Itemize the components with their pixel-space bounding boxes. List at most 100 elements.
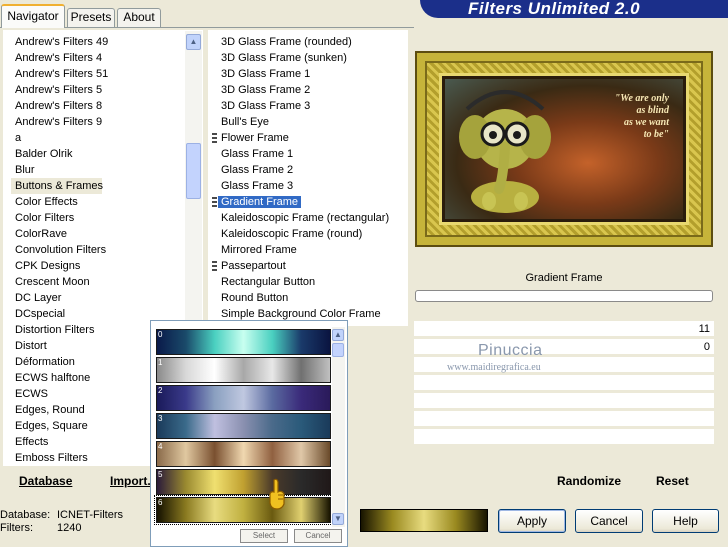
filter-item-label: Mirrored Frame — [221, 244, 297, 256]
filter-item-label: Glass Frame 1 — [221, 148, 294, 160]
param-row[interactable]: 11 — [414, 321, 714, 337]
filter-item-label: 3D Glass Frame 3 — [221, 100, 311, 112]
category-item[interactable]: Andrew's Filters 49 — [4, 34, 108, 50]
gradient-option[interactable]: 5 — [156, 469, 331, 495]
category-item[interactable]: Andrew's Filters 51 — [4, 66, 108, 82]
filter-item-label: Glass Frame 3 — [221, 180, 294, 192]
apply-button[interactable]: Apply — [498, 509, 566, 533]
param-row[interactable] — [414, 375, 714, 391]
filter-item[interactable]: 3D Glass Frame 2 — [209, 82, 310, 98]
category-item[interactable]: Andrew's Filters 8 — [4, 98, 102, 114]
gradient-option[interactable]: 6 — [154, 495, 333, 525]
randomize-link[interactable]: Randomize — [557, 474, 621, 488]
category-item[interactable]: Buttons & Frames — [11, 178, 103, 194]
filter-item-label: 3D Glass Frame (rounded) — [221, 36, 352, 48]
filter-item-label: Gradient Frame — [218, 196, 302, 208]
category-item[interactable]: Convolution Filters — [4, 242, 106, 258]
cancel-button[interactable]: Cancel — [575, 509, 643, 533]
category-item[interactable]: CPK Designs — [4, 258, 80, 274]
filter-item[interactable]: Round Button — [209, 290, 288, 306]
category-item[interactable]: Andrew's Filters 4 — [4, 50, 102, 66]
gradient-option[interactable]: 3 — [156, 413, 331, 439]
gradient-select-button[interactable]: Select — [240, 529, 288, 543]
status-filters: Filters: 1240 — [0, 522, 81, 534]
category-item[interactable]: Emboss Filters — [4, 450, 88, 466]
filter-item-label: Glass Frame 2 — [221, 164, 294, 176]
gradient-index: 2 — [158, 386, 163, 395]
category-item[interactable]: DC Layer — [4, 290, 61, 306]
category-item[interactable]: Blur — [4, 162, 35, 178]
category-item[interactable]: DCspecial — [4, 306, 65, 322]
filter-item-label: 3D Glass Frame 2 — [221, 84, 311, 96]
category-item[interactable]: Balder Olrik — [4, 146, 72, 162]
category-item[interactable]: Distort — [4, 338, 47, 354]
filter-item[interactable]: Kaleidoscopic Frame (round) — [209, 226, 362, 242]
category-item[interactable]: Andrew's Filters 5 — [4, 82, 102, 98]
param-row[interactable] — [414, 411, 714, 427]
gradient-option[interactable]: 4 — [156, 441, 331, 467]
filter-item[interactable]: Glass Frame 3 — [209, 178, 293, 194]
filter-item-label: Kaleidoscopic Frame (round) — [221, 228, 363, 240]
category-item[interactable]: Color Effects — [4, 194, 78, 210]
filter-item[interactable]: Bull's Eye — [209, 114, 269, 130]
category-item[interactable]: a — [4, 130, 21, 146]
category-item[interactable]: Color Filters — [4, 210, 74, 226]
gradient-picker-popup: 0 1 2 3 4 5 6 ▲ ▼ Select Cancel — [150, 320, 348, 547]
filter-item[interactable]: Kaleidoscopic Frame (rectangular) — [209, 210, 389, 226]
gradient-cancel-button[interactable]: Cancel — [294, 529, 342, 543]
category-item[interactable]: ECWS — [4, 386, 48, 402]
filter-list[interactable]: 3D Glass Frame (rounded) 3D Glass Frame (… — [208, 30, 408, 326]
gradient-option[interactable]: 0 — [156, 329, 331, 355]
watermark-url: www.maidiregrafica.eu — [447, 362, 541, 373]
reset-link[interactable]: Reset — [656, 474, 689, 488]
database-link[interactable]: Database — [19, 474, 72, 488]
category-item[interactable]: ECWS halftone — [4, 370, 90, 386]
category-item[interactable]: Edges, Round — [4, 402, 85, 418]
help-button[interactable]: Help — [652, 509, 719, 533]
gradient-index: 0 — [158, 330, 163, 339]
filter-item[interactable]: 3D Glass Frame 3 — [209, 98, 310, 114]
filter-item[interactable]: Passepartout — [209, 258, 286, 274]
filter-group-icon — [212, 261, 217, 271]
filter-item-label: Kaleidoscopic Frame (rectangular) — [221, 212, 390, 224]
category-item[interactable]: Déformation — [4, 354, 75, 370]
filter-item[interactable]: Glass Frame 1 — [209, 146, 293, 162]
gradient-list[interactable]: 0 1 2 3 4 5 6 — [154, 327, 333, 527]
filter-item[interactable]: Rectangular Button — [209, 274, 315, 290]
param-row[interactable] — [414, 429, 714, 445]
param-row[interactable]: 0 — [414, 339, 714, 355]
tab-presets[interactable]: Presets — [67, 8, 115, 27]
filter-group-icon — [212, 133, 217, 143]
category-item[interactable]: Crescent Moon — [4, 274, 90, 290]
tab-navigator[interactable]: Navigator — [1, 4, 65, 28]
filters-value: 1240 — [57, 522, 82, 534]
gradient-index: 6 — [158, 498, 163, 507]
scroll-up-icon[interactable]: ▲ — [332, 329, 344, 341]
filter-item-label: Flower Frame — [221, 132, 289, 144]
category-item[interactable]: Edges, Square — [4, 418, 88, 434]
category-item[interactable]: Andrew's Filters 9 — [4, 114, 102, 130]
filter-item[interactable]: Mirrored Frame — [209, 242, 297, 258]
category-item[interactable]: Effects — [4, 434, 48, 450]
filter-item[interactable]: 3D Glass Frame (rounded) — [209, 34, 352, 50]
gradient-swatch[interactable] — [360, 509, 488, 532]
param-row[interactable] — [414, 393, 714, 409]
tab-about[interactable]: About — [117, 8, 161, 27]
filter-item[interactable]: Glass Frame 2 — [209, 162, 293, 178]
category-item[interactable]: Distortion Filters — [4, 322, 94, 338]
scroll-up-icon[interactable]: ▲ — [186, 34, 201, 50]
filter-item[interactable]: Flower Frame — [209, 130, 289, 146]
category-item[interactable]: ColorRave — [4, 226, 67, 242]
filter-item[interactable]: 3D Glass Frame 1 — [209, 66, 310, 82]
gradient-option[interactable]: 1 — [156, 357, 331, 383]
filter-item-label: 3D Glass Frame (sunken) — [221, 52, 347, 64]
filter-item[interactable]: Gradient Frame — [209, 194, 302, 210]
database-value: ICNET-Filters — [57, 509, 123, 521]
scroll-thumb[interactable] — [186, 143, 201, 199]
filter-item[interactable]: 3D Glass Frame (sunken) — [209, 50, 347, 66]
scroll-thumb[interactable] — [332, 343, 344, 357]
filter-group-icon — [212, 197, 217, 207]
gradient-option[interactable]: 2 — [156, 385, 331, 411]
gradient-scrollbar[interactable]: ▲ ▼ — [332, 327, 345, 527]
scroll-down-icon[interactable]: ▼ — [332, 513, 344, 525]
